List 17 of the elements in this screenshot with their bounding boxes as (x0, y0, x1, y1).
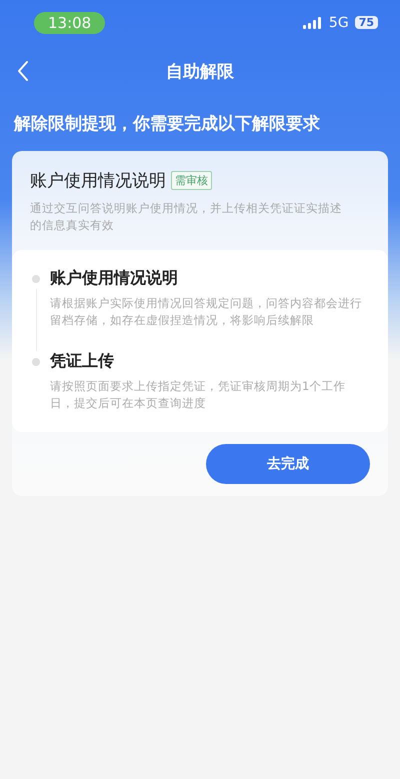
back-icon[interactable] (17, 60, 29, 82)
step-description: 请按照页面要求上传指定凭证，凭证审核周期为1个工作日，提交后可在本页查询进度 (50, 378, 346, 412)
step-description: 请根据账户实际使用情况回答规定问题，问答内容都会进行留档存储，如存在虚假捏造情况，将影响后续解限 (50, 295, 363, 329)
card-title: 账户使用情况说明 (30, 170, 166, 192)
headline: 解除限制提现，你需要完成以下解限要求 (12, 113, 321, 136)
review-badge: 需审核 (171, 171, 212, 190)
page-title: 自助解限 (166, 60, 234, 82)
network-label: 5G (328, 14, 349, 30)
card-description: 通过交互问答说明账户使用情况，并上传相关凭证证实描述的信息真实有效 (30, 200, 343, 234)
step-title: 账户使用情况说明 (50, 268, 179, 289)
step-dot (32, 358, 40, 366)
status-time: 13:08 (34, 12, 106, 34)
step-title: 凭证上传 (50, 351, 115, 372)
signal-icon (302, 16, 323, 28)
battery-level: 75 (354, 16, 378, 29)
step-dot (32, 275, 40, 283)
complete-button[interactable]: 去完成 (206, 444, 370, 484)
